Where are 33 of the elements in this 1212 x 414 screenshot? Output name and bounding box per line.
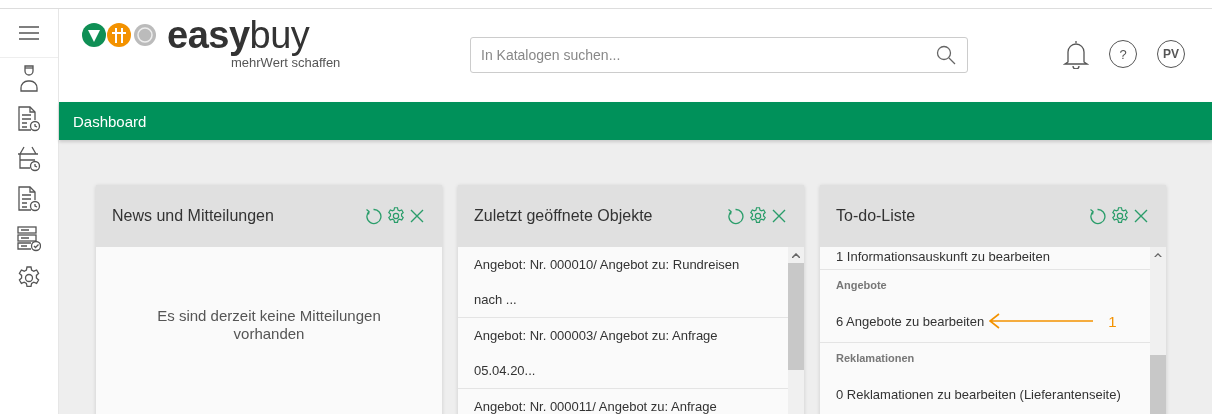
- help-button[interactable]: ?: [1109, 40, 1137, 68]
- settings-icon[interactable]: [17, 266, 41, 290]
- refresh-icon[interactable]: [365, 207, 382, 225]
- search-field[interactable]: In Katalogen suchen...: [470, 37, 968, 73]
- refresh-icon[interactable]: [1089, 207, 1106, 225]
- section-heading: Reklamationen: [836, 352, 915, 364]
- page-title: Dashboard: [73, 112, 147, 130]
- todo-item[interactable]: 1 Informationsauskunft zu bearbeiten: [836, 249, 1050, 264]
- annotation-number: 1: [1108, 312, 1117, 330]
- scrollbar-thumb[interactable]: [1150, 355, 1166, 414]
- widget-title: To-do-Liste: [836, 207, 916, 225]
- refresh-icon[interactable]: [727, 207, 744, 225]
- scroll-up-icon[interactable]: [792, 253, 800, 258]
- person-icon[interactable]: [19, 64, 39, 92]
- section-heading: Angebote: [836, 279, 887, 291]
- tagline: mehrWert schaffen: [231, 55, 342, 70]
- basket-clock-icon[interactable]: [17, 146, 41, 172]
- scroll-up-icon[interactable]: [1154, 253, 1162, 258]
- server-check-icon[interactable]: [17, 226, 41, 252]
- document-clock-icon[interactable]: [17, 106, 41, 132]
- close-icon[interactable]: [772, 209, 786, 223]
- todo-item[interactable]: 0 Reklamationen zu bearbeiten (Lieferantenseite): [836, 386, 1121, 402]
- bell-icon[interactable]: [1063, 39, 1089, 69]
- menu-icon[interactable]: [19, 26, 39, 40]
- widget-title: News und Mitteilungen: [112, 207, 274, 225]
- widget-title: Zuletzt geöffnete Objekte: [474, 207, 653, 225]
- empty-message: Es sind derzeit keine Mitteilungen vorhanden: [156, 307, 382, 344]
- close-icon[interactable]: [1134, 209, 1148, 223]
- scrollbar-thumb[interactable]: [788, 263, 804, 370]
- todo-item[interactable]: 6 Angebote zu bearbeiten: [836, 313, 985, 329]
- user-avatar[interactable]: PV: [1157, 40, 1185, 68]
- close-icon[interactable]: [410, 209, 424, 223]
- document-clock-icon[interactable]: [17, 186, 41, 212]
